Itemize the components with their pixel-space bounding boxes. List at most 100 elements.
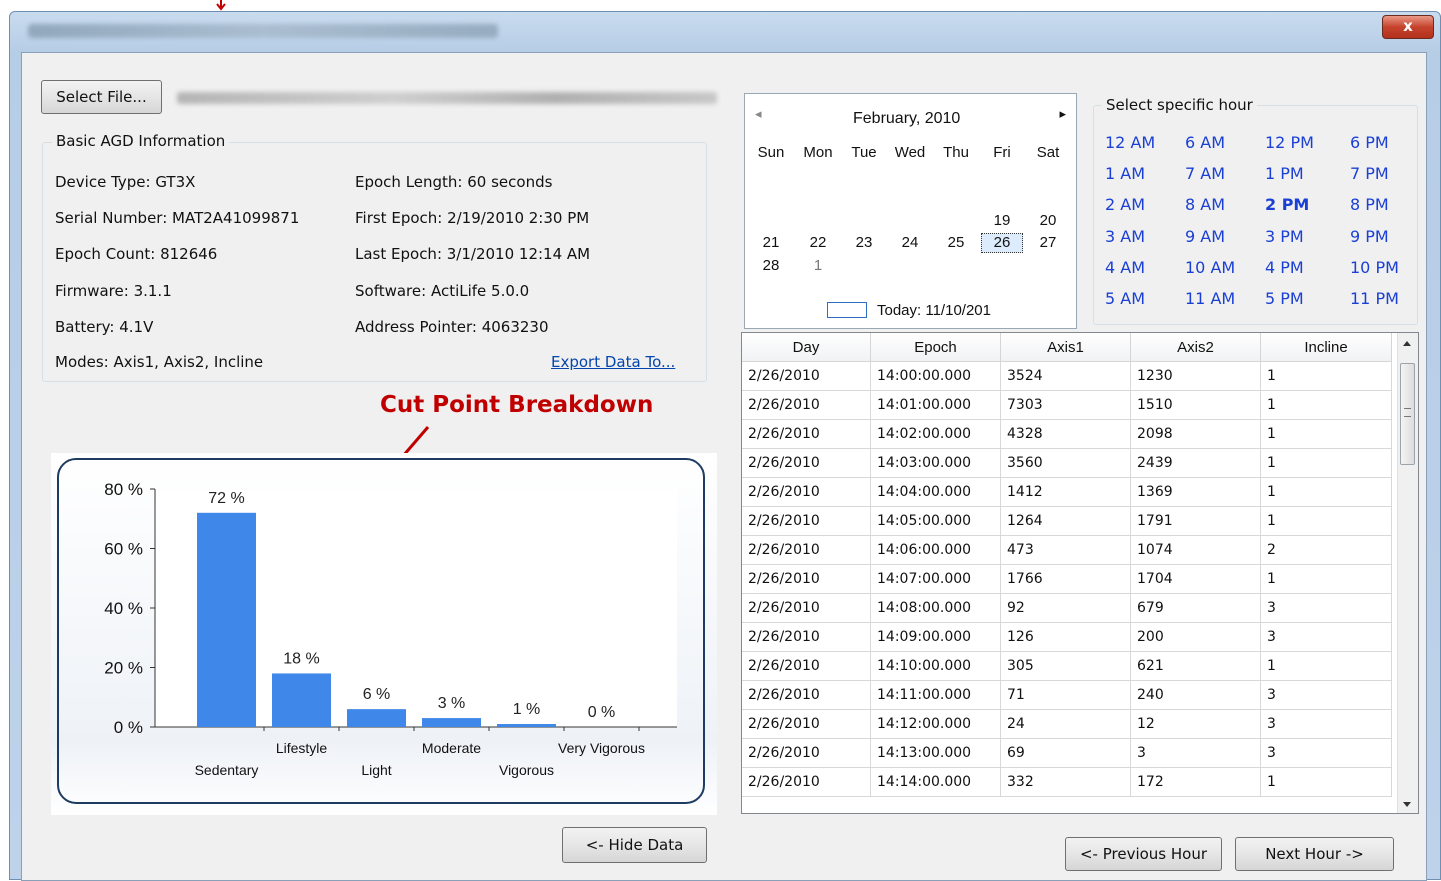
table-cell-epoch[interactable]: 14:00:00.000 xyxy=(870,361,1001,391)
table-cell-epoch[interactable]: 14:01:00.000 xyxy=(870,390,1001,420)
table-cell-axis2[interactable]: 172 xyxy=(1130,767,1261,797)
table-row[interactable]: 2/26/2010 14:01:00.000 7303 1510 1 xyxy=(742,390,1392,420)
table-cell-day[interactable]: 2/26/2010 xyxy=(742,477,871,507)
table-cell-day[interactable]: 2/26/2010 xyxy=(742,680,871,710)
calendar-month-label[interactable]: February, 2010 xyxy=(853,110,960,128)
hour-3pm[interactable]: 3 PM xyxy=(1265,227,1304,246)
table-cell-epoch[interactable]: 14:10:00.000 xyxy=(870,651,1001,681)
table-row[interactable]: 2/26/2010 14:00:00.000 3524 1230 1 xyxy=(742,361,1392,391)
table-cell-day[interactable]: 2/26/2010 xyxy=(742,738,871,768)
table-cell-epoch[interactable]: 14:05:00.000 xyxy=(870,506,1001,536)
table-cell-epoch[interactable]: 14:06:00.000 xyxy=(870,535,1001,565)
calendar-day[interactable]: 25 xyxy=(941,234,971,251)
table-row[interactable]: 2/26/2010 14:14:00.000 332 172 1 xyxy=(742,767,1392,797)
vertical-scrollbar[interactable] xyxy=(1397,333,1418,813)
hour-5am[interactable]: 5 AM xyxy=(1105,289,1145,308)
table-cell-incline[interactable]: 1 xyxy=(1260,651,1392,681)
hour-7am[interactable]: 7 AM xyxy=(1185,164,1225,183)
next-hour-button[interactable]: Next Hour -> xyxy=(1235,837,1394,871)
table-cell-day[interactable]: 2/26/2010 xyxy=(742,564,871,594)
scrollbar-thumb[interactable] xyxy=(1400,363,1415,465)
table-cell-epoch[interactable]: 14:11:00.000 xyxy=(870,680,1001,710)
calendar-day[interactable]: 22 xyxy=(803,234,833,251)
table-cell-incline[interactable]: 1 xyxy=(1260,419,1392,449)
table-cell-incline[interactable]: 3 xyxy=(1260,622,1392,652)
table-cell-axis2[interactable]: 240 xyxy=(1130,680,1261,710)
table-cell-epoch[interactable]: 14:14:00.000 xyxy=(870,767,1001,797)
table-cell-axis1[interactable]: 69 xyxy=(1000,738,1131,768)
table-cell-incline[interactable]: 2 xyxy=(1260,535,1392,565)
table-row[interactable]: 2/26/2010 14:06:00.000 473 1074 2 xyxy=(742,535,1392,565)
table-row[interactable]: 2/26/2010 14:08:00.000 92 679 3 xyxy=(742,593,1392,623)
table-cell-axis2[interactable]: 1510 xyxy=(1130,390,1261,420)
table-cell-axis1[interactable]: 1766 xyxy=(1000,564,1131,594)
table-cell-incline[interactable]: 1 xyxy=(1260,767,1392,797)
calendar-day[interactable]: 27 xyxy=(1033,234,1063,251)
table-cell-axis1[interactable]: 1412 xyxy=(1000,477,1131,507)
table-cell-axis2[interactable]: 1704 xyxy=(1130,564,1261,594)
table-cell-incline[interactable]: 1 xyxy=(1260,506,1392,536)
column-header-incline[interactable]: Incline xyxy=(1260,333,1392,362)
table-cell-day[interactable]: 2/26/2010 xyxy=(742,709,871,739)
column-header-epoch[interactable]: Epoch xyxy=(870,333,1001,362)
hour-1am[interactable]: 1 AM xyxy=(1105,164,1145,183)
table-cell-axis2[interactable]: 2098 xyxy=(1130,419,1261,449)
column-header-axis2[interactable]: Axis2 xyxy=(1130,333,1261,362)
hour-7pm[interactable]: 7 PM xyxy=(1350,164,1389,183)
calendar-day[interactable]: 23 xyxy=(849,234,879,251)
table-cell-epoch[interactable]: 14:09:00.000 xyxy=(870,622,1001,652)
table-cell-day[interactable]: 2/26/2010 xyxy=(742,651,871,681)
table-cell-axis1[interactable]: 24 xyxy=(1000,709,1131,739)
table-cell-epoch[interactable]: 14:04:00.000 xyxy=(870,477,1001,507)
scroll-up-icon[interactable] xyxy=(1403,341,1411,346)
table-row[interactable]: 2/26/2010 14:10:00.000 305 621 1 xyxy=(742,651,1392,681)
column-header-day[interactable]: Day xyxy=(742,333,871,362)
table-cell-axis1[interactable]: 4328 xyxy=(1000,419,1131,449)
table-cell-epoch[interactable]: 14:07:00.000 xyxy=(870,564,1001,594)
table-cell-incline[interactable]: 3 xyxy=(1260,738,1392,768)
table-cell-axis2[interactable]: 1074 xyxy=(1130,535,1261,565)
table-cell-axis2[interactable]: 1791 xyxy=(1130,506,1261,536)
hide-data-button[interactable]: <- Hide Data xyxy=(562,827,707,863)
table-cell-axis1[interactable]: 3560 xyxy=(1000,448,1131,478)
table-cell-axis2[interactable]: 3 xyxy=(1130,738,1261,768)
table-row[interactable]: 2/26/2010 14:11:00.000 71 240 3 xyxy=(742,680,1392,710)
table-cell-day[interactable]: 2/26/2010 xyxy=(742,419,871,449)
calendar-day[interactable]: 20 xyxy=(1033,212,1063,229)
previous-hour-button[interactable]: <- Previous Hour xyxy=(1065,837,1222,871)
hour-6pm[interactable]: 6 PM xyxy=(1350,133,1389,152)
calendar-today-label[interactable]: Today: 11/10/201 xyxy=(877,302,991,319)
table-row[interactable]: 2/26/2010 14:12:00.000 24 12 3 xyxy=(742,709,1392,739)
table-row[interactable]: 2/26/2010 14:03:00.000 3560 2439 1 xyxy=(742,448,1392,478)
table-cell-day[interactable]: 2/26/2010 xyxy=(742,535,871,565)
table-cell-day[interactable]: 2/26/2010 xyxy=(742,622,871,652)
hour-11am[interactable]: 11 AM xyxy=(1185,289,1235,308)
hour-2am[interactable]: 2 AM xyxy=(1105,195,1145,214)
table-cell-axis2[interactable]: 1369 xyxy=(1130,477,1261,507)
table-cell-incline[interactable]: 1 xyxy=(1260,564,1392,594)
table-cell-axis1[interactable]: 71 xyxy=(1000,680,1131,710)
calendar-day-next-month[interactable]: 1 xyxy=(803,257,833,274)
hour-10pm[interactable]: 10 PM xyxy=(1350,258,1399,277)
table-cell-incline[interactable]: 1 xyxy=(1260,448,1392,478)
hour-6am[interactable]: 6 AM xyxy=(1185,133,1225,152)
table-row[interactable]: 2/26/2010 14:09:00.000 126 200 3 xyxy=(742,622,1392,652)
calendar-day[interactable]: 28 xyxy=(756,257,786,274)
table-cell-day[interactable]: 2/26/2010 xyxy=(742,593,871,623)
table-cell-axis1[interactable]: 3524 xyxy=(1000,361,1131,391)
table-cell-incline[interactable]: 1 xyxy=(1260,361,1392,391)
scroll-down-icon[interactable] xyxy=(1403,802,1411,807)
table-cell-axis2[interactable]: 1230 xyxy=(1130,361,1261,391)
table-cell-axis2[interactable]: 679 xyxy=(1130,593,1261,623)
hour-3am[interactable]: 3 AM xyxy=(1105,227,1145,246)
table-cell-axis2[interactable]: 200 xyxy=(1130,622,1261,652)
hour-12pm[interactable]: 12 PM xyxy=(1265,133,1314,152)
hour-1pm[interactable]: 1 PM xyxy=(1265,164,1304,183)
hour-10am[interactable]: 10 AM xyxy=(1185,258,1235,277)
table-row[interactable]: 2/26/2010 14:04:00.000 1412 1369 1 xyxy=(742,477,1392,507)
table-cell-axis1[interactable]: 126 xyxy=(1000,622,1131,652)
hour-2pm-selected[interactable]: 2 PM xyxy=(1265,195,1309,214)
table-cell-day[interactable]: 2/26/2010 xyxy=(742,361,871,391)
table-cell-axis2[interactable]: 12 xyxy=(1130,709,1261,739)
table-cell-incline[interactable]: 3 xyxy=(1260,593,1392,623)
